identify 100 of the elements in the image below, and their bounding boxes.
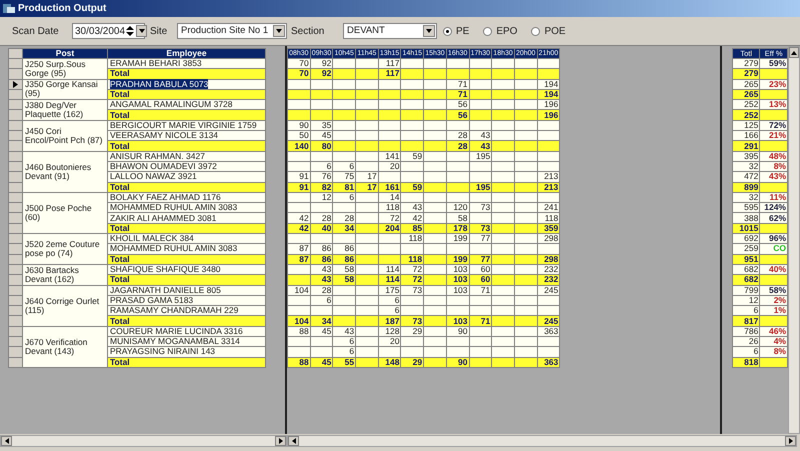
- hour-value: 103: [453, 264, 468, 274]
- hour-value: 117: [386, 58, 400, 68]
- date-field[interactable]: 30/03/2004: [72, 23, 145, 39]
- employee-cell: MOHAMMED RUHUL AMIN 3083: [108, 202, 266, 213]
- hour-value: 77: [480, 233, 490, 244]
- horizontal-scrollbar[interactable]: [287, 435, 797, 447]
- employee-cell: ERAMAH BEHARI 3853: [108, 58, 266, 69]
- horizontal-scrollbar[interactable]: [0, 435, 287, 447]
- hour-value: 103: [453, 274, 468, 284]
- total-cell: 682: [732, 264, 760, 275]
- radio-button[interactable]: [483, 26, 492, 36]
- employee-cell: BOLAKY FAEZ AHMAD 1176: [108, 192, 266, 203]
- hour-value: 73: [412, 284, 422, 295]
- radio-option[interactable]: PE: [443, 24, 470, 38]
- hour-value: 71: [480, 316, 490, 326]
- scroll-left-icon[interactable]: [1, 436, 12, 446]
- hour-value: 42: [299, 222, 309, 233]
- total-cell: 818: [732, 357, 760, 368]
- total-label: Total: [108, 182, 266, 192]
- efficiency-value: 124%: [764, 202, 786, 212]
- hour-value: 195: [476, 182, 490, 192]
- hour-value: 298: [544, 233, 558, 244]
- total-label: Total: [108, 140, 266, 152]
- row-selector[interactable]: [8, 79, 22, 90]
- site-dropdown[interactable]: Production Site No 1: [177, 23, 287, 39]
- hour-value: 104: [294, 284, 309, 295]
- site-label: Site: [150, 24, 168, 38]
- efficiency-value: 8%: [774, 161, 786, 172]
- efficiency-value: 62%: [768, 212, 786, 223]
- radio-button[interactable]: [531, 26, 540, 36]
- hour-value: 12: [322, 192, 332, 202]
- total-cell: 252: [732, 110, 760, 120]
- hour-value: 199: [453, 233, 468, 244]
- post-cell: J500 Pose Poche (60): [22, 192, 108, 234]
- hour-value: 56: [458, 99, 468, 110]
- hour-value: 118: [544, 212, 558, 223]
- efficiency-value: 13%: [768, 99, 786, 110]
- hour-value: 6: [326, 294, 332, 305]
- hour-value: 72: [390, 212, 400, 223]
- employee-cell: PRASAD GAMA 5183: [108, 295, 266, 306]
- employee-cell: PRADHAN BABULA 5073: [108, 79, 266, 90]
- radio-button[interactable]: [443, 26, 452, 36]
- hour-value: 363: [544, 356, 558, 367]
- hour-value: 6: [394, 305, 400, 316]
- column-header[interactable]: Employee: [108, 48, 266, 58]
- scroll-right-icon[interactable]: [785, 436, 796, 446]
- hour-value: 194: [544, 89, 558, 100]
- column-header[interactable]: Post: [22, 48, 108, 58]
- hour-value: 59: [412, 150, 422, 161]
- scroll-up-icon[interactable]: [789, 47, 799, 58]
- hour-value: 91: [299, 182, 309, 192]
- hour-value: 59: [412, 182, 422, 192]
- total-label: Total: [108, 89, 266, 100]
- total-cell: 388: [732, 212, 760, 224]
- efficiency-value: 1%: [774, 305, 786, 316]
- hour-value: 87: [299, 243, 309, 254]
- hour-value: 6: [349, 192, 354, 202]
- scroll-right-icon[interactable]: [275, 436, 286, 446]
- hour-value: 71: [458, 89, 468, 100]
- vertical-scrollbar[interactable]: [788, 46, 800, 434]
- hour-value: 60: [480, 274, 490, 284]
- hour-value: 34: [322, 316, 332, 326]
- hour-value: 45: [322, 326, 332, 336]
- scroll-left-icon[interactable]: [288, 436, 299, 446]
- hour-value: 141: [385, 150, 400, 161]
- hour-value: 128: [385, 326, 400, 336]
- hour-value: 118: [386, 202, 400, 212]
- post-cell: J630 Bartacks Devant (162): [22, 264, 108, 286]
- radio-option[interactable]: POE: [531, 24, 566, 38]
- hour-value: 103: [453, 316, 468, 326]
- post-cell: J250 Surp.Sous Gorge (95): [22, 58, 108, 80]
- hour-value: 42: [299, 212, 309, 223]
- post-cell: J640 Corrige Ourlet (115): [22, 285, 108, 326]
- efficiency-value: 59%: [768, 58, 786, 68]
- radio-option[interactable]: EPO: [483, 24, 518, 38]
- hour-value: 43: [322, 274, 332, 284]
- hour-value: 86: [322, 254, 332, 264]
- hour-value: 50: [299, 130, 309, 140]
- hour-value: 118: [408, 254, 422, 264]
- employee-cell: RAMASAMY CHANDRAMAH 229: [108, 306, 266, 316]
- hour-value: 75: [344, 171, 354, 182]
- hour-value: 118: [408, 233, 422, 244]
- hour-value: 14: [390, 192, 400, 202]
- total-cell: 1015: [732, 223, 760, 234]
- efficiency-value: 21%: [768, 130, 786, 140]
- efficiency-value: 48%: [768, 150, 786, 161]
- total-cell: 32: [732, 192, 760, 203]
- hour-value: 43: [480, 140, 490, 151]
- hour-value: 363: [544, 326, 558, 336]
- hour-value: 45: [322, 130, 332, 140]
- hour-value: 104: [294, 316, 309, 326]
- hour-value: 55: [344, 356, 354, 367]
- hour-value: 58: [458, 212, 468, 223]
- hour-value: 40: [322, 222, 332, 233]
- spinner-icon[interactable]: [125, 25, 136, 37]
- section-dropdown[interactable]: DEVANT: [343, 23, 437, 39]
- hour-value: 298: [544, 254, 558, 264]
- total-cell: 951: [732, 254, 760, 264]
- employee-cell: COUREUR MARIE LUCINDA 3316: [108, 326, 266, 337]
- total-cell: 472: [732, 172, 760, 182]
